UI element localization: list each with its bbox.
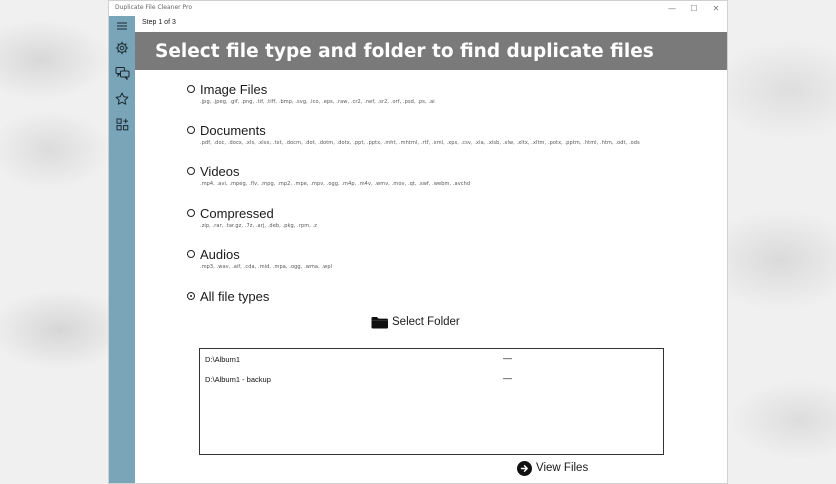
chat-icon[interactable] — [109, 62, 135, 84]
radio-compressed[interactable] — [187, 209, 195, 217]
list-item: D:\Album1 — — [205, 353, 655, 367]
step-indicator: Step 1 of 3 — [142, 19, 176, 26]
apps-icon[interactable] — [109, 113, 135, 135]
gear-icon[interactable] — [109, 37, 135, 59]
folder-path: D:\Album1 - backup — [205, 375, 271, 384]
option-extensions: .zip, .rar, .tar.gz, .7z, .arj, .deb, .p… — [200, 223, 318, 229]
minimize-button[interactable]: — — [661, 1, 683, 16]
option-label: Image Files — [200, 81, 268, 97]
window-controls: — ☐ ✕ — [661, 1, 727, 16]
option-label: Audios — [200, 246, 240, 262]
option-videos[interactable]: Videos .mp4, .avi, .mpeg, .flv, .mpg, .m… — [187, 163, 707, 187]
option-audios[interactable]: Audios .mp3, .wav, .aif, .cda, .mid, .mp… — [187, 246, 707, 270]
list-item: D:\Album1 - backup — — [205, 373, 655, 387]
option-extensions: .pdf, .doc, .docx, .xls, .xlsx, .txt, .d… — [200, 140, 640, 146]
radio-documents[interactable] — [187, 126, 195, 134]
close-button[interactable]: ✕ — [705, 1, 727, 16]
step-bar: Step 1 of 3 — [135, 16, 727, 32]
radio-videos[interactable] — [187, 167, 195, 175]
folder-list[interactable]: D:\Album1 — D:\Album1 - backup — — [199, 348, 664, 455]
page-title: Select file type and folder to find dupl… — [155, 41, 654, 62]
option-documents[interactable]: Documents .pdf, .doc, .docx, .xls, .xlsx… — [187, 122, 707, 146]
radio-audios[interactable] — [187, 250, 195, 258]
option-label: Documents — [200, 122, 266, 138]
maximize-button[interactable]: ☐ — [683, 1, 705, 16]
app-title: Duplicate File Cleaner Pro — [115, 4, 193, 11]
page-header: Select file type and folder to find dupl… — [135, 32, 727, 70]
option-label: Videos — [200, 163, 240, 179]
view-files-button[interactable]: View Files — [517, 459, 588, 477]
option-all-file-types[interactable]: All file types — [187, 288, 707, 304]
select-folder-label: Select Folder — [392, 316, 460, 328]
title-bar: Duplicate File Cleaner Pro — ☐ ✕ — [109, 1, 727, 16]
option-compressed[interactable]: Compressed .zip, .rar, .tar.gz, .7z, .ar… — [187, 205, 707, 229]
option-extensions: .mp3, .wav, .aif, .cda, .mid, .mpa, .ogg… — [200, 264, 333, 270]
app-window: Duplicate File Cleaner Pro — ☐ ✕ Step 1 … — [108, 0, 728, 484]
remove-folder-button[interactable]: — — [503, 373, 512, 383]
arrow-right-icon — [517, 460, 532, 476]
select-folder-button[interactable]: Select Folder — [371, 314, 460, 330]
radio-all-file-types[interactable] — [187, 292, 195, 300]
sidebar — [109, 16, 135, 483]
menu-icon[interactable] — [109, 15, 135, 37]
option-extensions: .jpg, .jpeg, .gif, .png, .tif, .tiff, .b… — [200, 99, 435, 105]
view-files-label: View Files — [536, 462, 589, 474]
option-image-files[interactable]: Image Files .jpg, .jpeg, .gif, .png, .ti… — [187, 81, 707, 105]
star-icon[interactable] — [109, 88, 135, 110]
remove-folder-button[interactable]: — — [503, 353, 512, 363]
radio-image-files[interactable] — [187, 85, 195, 93]
folder-icon — [371, 316, 388, 328]
option-label: Compressed — [200, 205, 274, 221]
option-label: All file types — [200, 288, 270, 304]
folder-path: D:\Album1 — [205, 355, 241, 364]
option-extensions: .mp4, .avi, .mpeg, .flv, .mpg, .mp2, .mp… — [200, 181, 471, 187]
